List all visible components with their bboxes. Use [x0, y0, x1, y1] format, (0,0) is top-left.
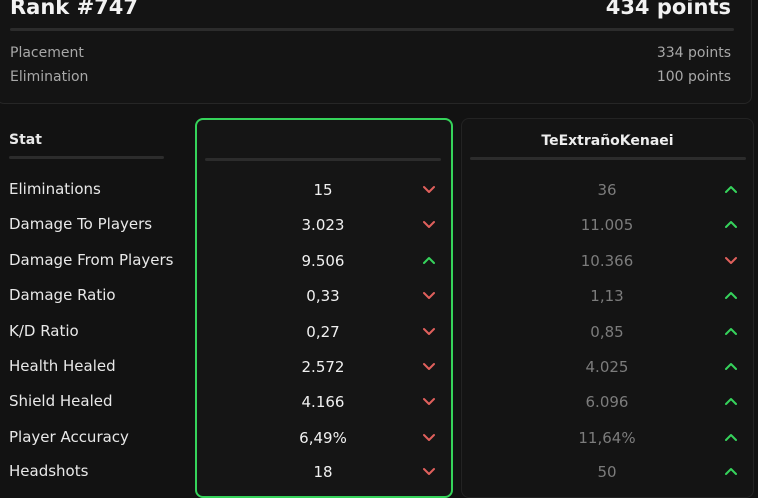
opponent-stat-value: 36: [597, 181, 617, 199]
opponent-stat-value: 50: [597, 463, 617, 481]
player-stat-value: 0,27: [306, 323, 340, 341]
elimination-value: 100 points: [656, 69, 731, 85]
player-arrow-down-icon: [423, 362, 435, 370]
rank-card: Rank #747 434 points Placement 334 point…: [0, 0, 752, 104]
opponent-header-divider: [470, 157, 746, 160]
opponent-arrow-down-icon: [725, 256, 737, 264]
stat-name: Damage To Players: [9, 215, 153, 233]
opponent-arrow-up-icon: [725, 327, 737, 335]
opponent-arrow-up-icon: [725, 185, 737, 193]
stat-row: Player Accuracy 6,49% 11,64%: [0, 428, 758, 458]
stat-name: Shield Healed: [9, 392, 113, 410]
player-stat-value: 9.506: [301, 252, 345, 270]
opponent-stat-value: 11,64%: [578, 429, 636, 447]
elimination-label: Elimination: [10, 69, 89, 85]
rank-points: 434 points: [605, 0, 731, 19]
placement-label: Placement: [10, 45, 84, 61]
stat-name: Damage Ratio: [9, 286, 116, 304]
player-stat-value: 0,33: [306, 287, 340, 305]
stat-name: Player Accuracy: [9, 428, 129, 446]
placement-value: 334 points: [656, 45, 731, 61]
player-arrow-down-icon: [423, 185, 435, 193]
opponent-arrow-up-icon: [725, 220, 737, 228]
player-arrow-down-icon: [423, 291, 435, 299]
opponent-stat-value: 4.025: [585, 358, 629, 376]
opponent-arrow-up-icon: [725, 433, 737, 441]
rank-divider: [10, 28, 734, 31]
player-arrow-down-icon: [423, 397, 435, 405]
stat-column-header: Stat: [9, 132, 42, 148]
opponent-arrow-up-icon: [725, 291, 737, 299]
player-stat-value: 3.023: [301, 216, 345, 234]
opponent-stat-value: 11.005: [580, 216, 634, 234]
player-arrow-down-icon: [423, 220, 435, 228]
opponent-stat-value: 1,13: [590, 287, 624, 305]
stat-name: Eliminations: [9, 180, 101, 198]
player-stat-value: 18: [313, 463, 333, 481]
stat-name: Health Healed: [9, 357, 116, 375]
stat-row: Health Healed 2.572 4.025: [0, 357, 758, 387]
opponent-stat-value: 6.096: [585, 393, 629, 411]
player-stat-value: 6,49%: [299, 429, 347, 447]
stat-row: Eliminations 15 36: [0, 180, 758, 210]
stat-row: K/D Ratio 0,27 0,85: [0, 322, 758, 352]
stat-name: Damage From Players: [9, 251, 174, 269]
player-arrow-down-icon: [423, 467, 435, 475]
stat-row: Damage Ratio 0,33 1,13: [0, 286, 758, 316]
opponent-arrow-up-icon: [725, 397, 737, 405]
player-stat-value: 4.166: [301, 393, 345, 411]
stat-row: Damage From Players 9.506 10.366: [0, 251, 758, 281]
player-header-divider: [205, 158, 441, 161]
stat-name: K/D Ratio: [9, 322, 79, 340]
player-stat-value: 15: [313, 181, 333, 199]
stat-row: Shield Healed 4.166 6.096: [0, 392, 758, 422]
opponent-arrow-up-icon: [725, 467, 737, 475]
stat-name: Headshots: [9, 462, 89, 480]
player-stat-value: 2.572: [301, 358, 345, 376]
opponent-arrow-up-icon: [725, 362, 737, 370]
player-arrow-down-icon: [423, 433, 435, 441]
opponent-name: TeExtrañoKenaei: [541, 133, 674, 149]
stat-row: Headshots 18 50: [0, 462, 758, 492]
rank-title: Rank #747: [10, 0, 138, 19]
opponent-stat-value: 10.366: [580, 252, 634, 270]
stat-header-divider: [9, 156, 164, 159]
opponent-stat-value: 0,85: [590, 323, 624, 341]
player-arrow-up-icon: [423, 256, 435, 264]
stat-row: Damage To Players 3.023 11.005: [0, 215, 758, 245]
player-arrow-down-icon: [423, 327, 435, 335]
